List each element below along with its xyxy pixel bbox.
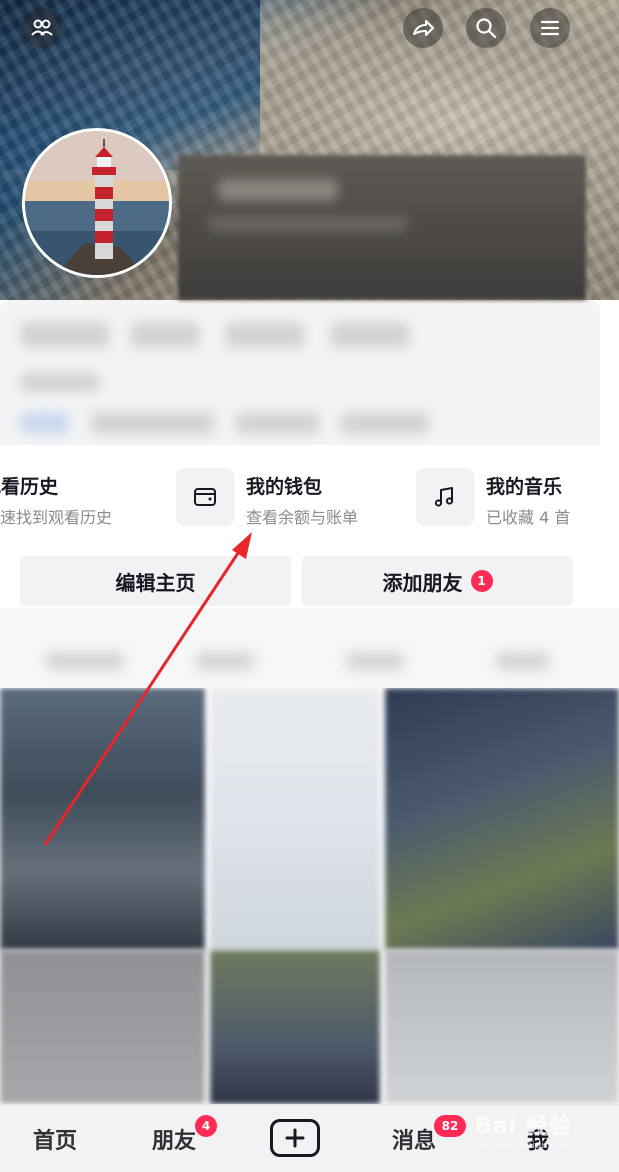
shortcut-title: 我的钱包 <box>246 476 323 498</box>
nav-home[interactable]: 首页 <box>33 1123 77 1155</box>
nav-friends[interactable]: 朋友 <box>152 1123 196 1155</box>
lighthouse-image <box>25 131 169 275</box>
add-friend-badge: 1 <box>470 570 493 592</box>
edit-profile-label: 编辑主页 <box>115 570 196 595</box>
add-friend-button[interactable]: 添加朋友 1 <box>302 556 573 606</box>
shortcut-title: 观看历史 <box>0 476 59 498</box>
shortcut-subtitle: 已收藏 4 首 <box>486 508 571 527</box>
create-post-button[interactable] <box>270 1119 320 1157</box>
search-icon[interactable] <box>466 8 506 48</box>
profile-info-redacted <box>0 300 600 445</box>
baidu-watermark-url: jingyan.baidu.com <box>480 1140 573 1151</box>
video-thumbnail[interactable] <box>0 950 205 1104</box>
messages-badge: 82 <box>434 1115 466 1137</box>
shortcut-wallet[interactable]: 我的钱包 查看余额与账单 <box>176 468 396 528</box>
shortcut-subtitle: 查看余额与账单 <box>246 508 359 527</box>
nav-messages[interactable]: 消息 <box>392 1123 436 1155</box>
profile-name-redacted <box>178 155 586 300</box>
content-tabs-redacted <box>0 608 619 688</box>
friends-icon[interactable] <box>22 8 62 48</box>
wallet-icon <box>176 468 234 526</box>
shortcut-music[interactable]: 我的音乐 已收藏 4 首 <box>416 468 619 528</box>
shortcut-title: 我的音乐 <box>486 476 563 498</box>
friends-badge: 4 <box>195 1115 217 1137</box>
shortcut-subtitle: 快速找到观看历史 <box>0 508 113 527</box>
video-thumbnail[interactable] <box>210 688 380 950</box>
video-thumbnail[interactable] <box>0 688 205 950</box>
baidu-watermark: Bai 经验 <box>475 1114 572 1139</box>
plus-icon <box>285 1128 305 1148</box>
add-friend-label: 添加朋友 <box>382 570 463 595</box>
video-thumbnail[interactable] <box>385 950 619 1104</box>
edit-profile-button[interactable]: 编辑主页 <box>20 556 291 606</box>
menu-icon[interactable] <box>530 8 570 48</box>
video-thumbnail[interactable] <box>210 950 380 1104</box>
share-icon[interactable] <box>403 8 443 48</box>
avatar[interactable] <box>22 128 172 278</box>
shortcut-watch-history[interactable]: 观看历史 快速找到观看历史 <box>0 468 160 528</box>
music-note-icon <box>416 468 474 526</box>
video-thumbnail[interactable] <box>385 688 619 950</box>
